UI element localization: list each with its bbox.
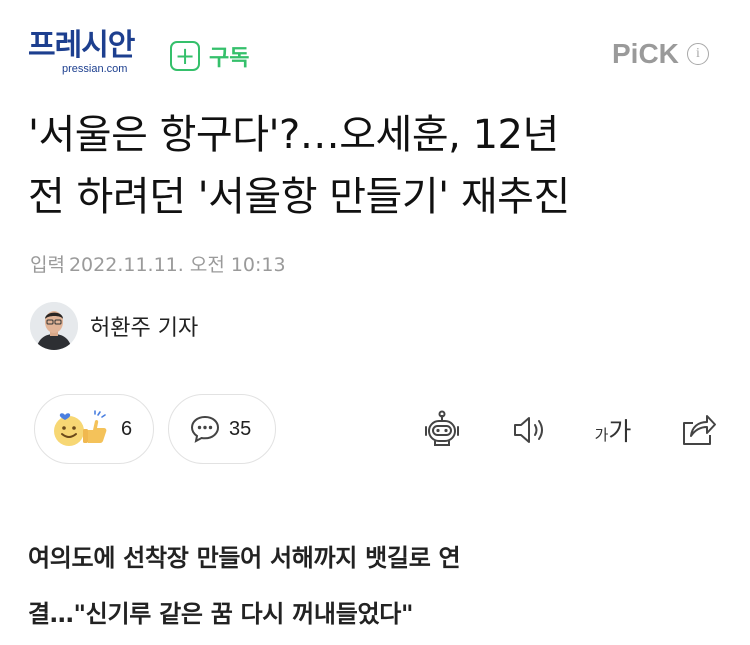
- reporter-avatar[interactable]: [30, 302, 78, 350]
- summary-bot-button[interactable]: [420, 408, 464, 452]
- subheadline-line-2: 결…"신기루 같은 꿈 다시 꺼내들었다": [28, 600, 414, 628]
- font-size-button[interactable]: 가가: [588, 408, 638, 452]
- reaction-button[interactable]: 6: [34, 394, 154, 464]
- speech-bubble-icon: [189, 414, 221, 444]
- logo-domain: pressian.com: [62, 63, 128, 75]
- plus-icon: +: [170, 41, 200, 71]
- comment-count: 35: [229, 417, 252, 440]
- subscribe-label: 구독: [209, 46, 250, 71]
- subscribe-button[interactable]: + 구독: [170, 38, 249, 74]
- robot-icon: [422, 410, 462, 450]
- font-size-small: 가: [594, 425, 609, 444]
- headline-line-1: '서울은 항구다'?…오세훈, 12년: [28, 112, 559, 158]
- reporter-byline[interactable]: 허환주 기자: [30, 302, 198, 350]
- pressian-logo[interactable]: 프레시안 pressian.com: [28, 30, 148, 76]
- article-subheadline: 여의도에 선착장 만들어 서해까지 뱃길로 연 결…"신기루 같은 꿈 다시 꺼…: [28, 530, 728, 642]
- top-header: 프레시안 pressian.com + 구독 PiCK i: [0, 0, 750, 100]
- comment-button[interactable]: 35: [168, 394, 276, 464]
- font-size-large: 가: [608, 417, 632, 446]
- subheadline-line-1: 여의도에 선착장 만들어 서해까지 뱃길로 연: [28, 544, 461, 572]
- text-to-speech-button[interactable]: [508, 408, 552, 452]
- logo-wordmark: 프레시안: [28, 28, 135, 63]
- headline-line-2: 전 하려던 '서울항 만들기' 재추진: [28, 174, 570, 220]
- reporter-name: 허환주 기자: [90, 316, 199, 341]
- date-value: 2022.11.11. 오전 10:13: [68, 254, 286, 276]
- article-action-bar: 6 35 가 가: [0, 394, 750, 468]
- reaction-count: 6: [121, 417, 133, 440]
- pick-badge[interactable]: PiCK i: [612, 38, 709, 70]
- publish-date: 입력 2022.11.11. 오전 10:13: [30, 250, 290, 277]
- share-icon: [678, 411, 718, 449]
- info-icon[interactable]: i: [686, 43, 709, 65]
- date-label: 입력: [30, 254, 65, 276]
- share-button[interactable]: [676, 408, 720, 452]
- article-headline: '서울은 항구다'?…오세훈, 12년 전 하려던 '서울항 만들기' 재추진: [28, 104, 728, 228]
- pick-label: PiCK: [612, 38, 679, 69]
- speaker-icon: [510, 412, 550, 448]
- smile-thumbs-up-icon: [51, 409, 109, 449]
